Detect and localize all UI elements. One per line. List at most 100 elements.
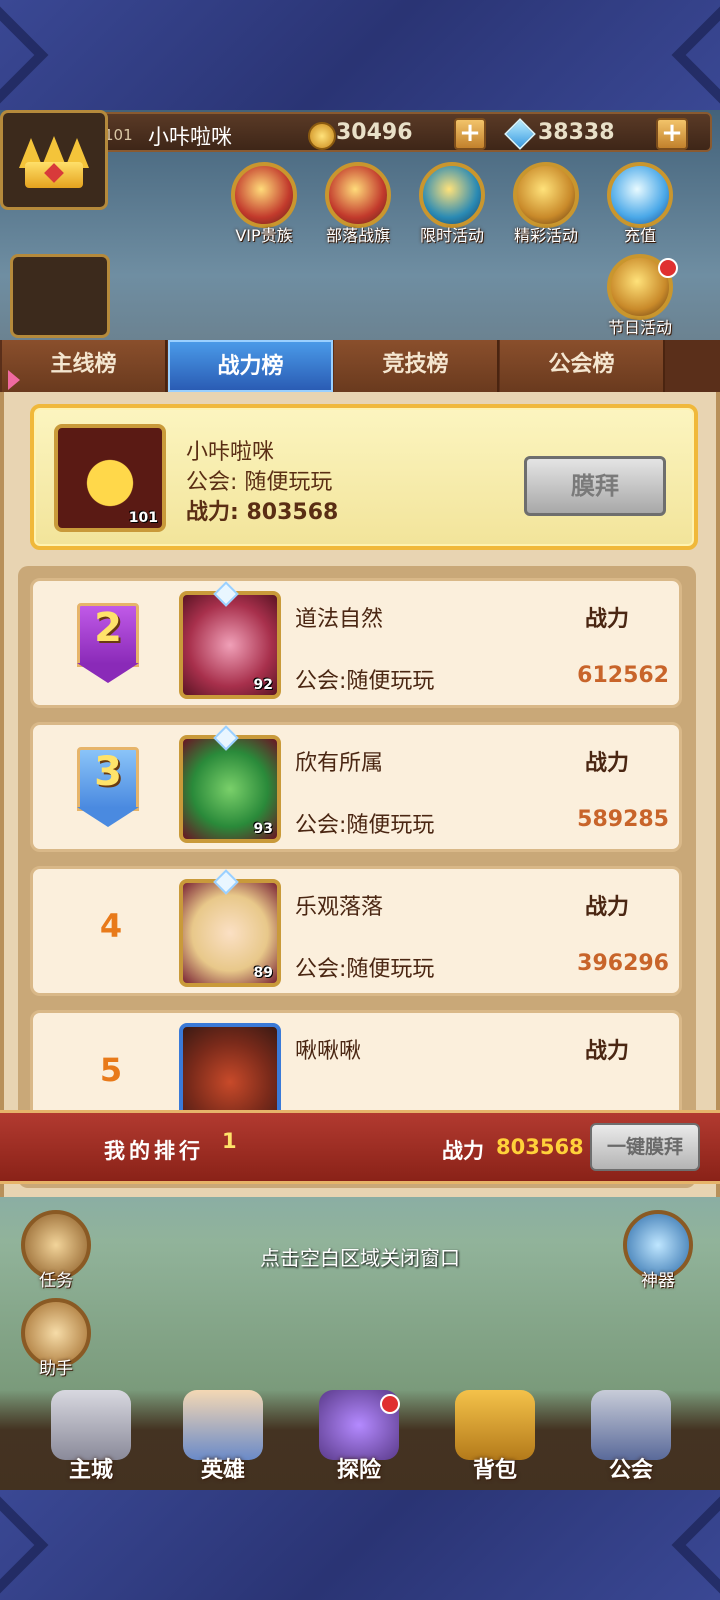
vip-crown-icon	[231, 162, 297, 228]
worship-all-button[interactable]: 一键膜拜	[590, 1123, 700, 1171]
tribe-banner-icon[interactable]	[10, 254, 110, 338]
player-name: 乐观落落	[295, 895, 384, 920]
player-level: 89	[253, 965, 273, 981]
player-avatar[interactable]: 93	[179, 735, 281, 843]
tribe-flag-button[interactable]: 部落战旗	[314, 162, 402, 246]
bottom-frame	[0, 1490, 720, 1600]
nav-label: 公会	[608, 1458, 653, 1483]
player-avatar[interactable]: 92	[179, 591, 281, 699]
notification-dot	[658, 258, 678, 278]
rank-number: 5	[99, 1051, 123, 1089]
power-label: 战力	[585, 895, 630, 920]
resource-bar: 101 小咔啦咪 30496 + 38338 +	[100, 112, 712, 152]
task-label: 任务	[39, 1271, 73, 1291]
player-avatar[interactable]: 89	[179, 879, 281, 987]
helper-label: 助手	[39, 1359, 73, 1379]
frame-chevron-decoration	[0, 1495, 49, 1595]
featured-event-label: 精彩活动	[513, 226, 578, 245]
power-value: 612562	[577, 663, 669, 688]
diamond-icon	[607, 162, 673, 228]
add-gold-button[interactable]: +	[454, 118, 486, 150]
artifact-button[interactable]: 神器	[618, 1210, 698, 1291]
rank-number: 4	[99, 907, 123, 945]
game-screen: 101 小咔啦咪 30496 + 38338 + VIP贵族 部落战旗 限时活动…	[0, 110, 720, 1490]
castle-icon	[51, 1390, 131, 1460]
tab-arena[interactable]: 竞技榜	[334, 340, 499, 392]
frame-chevron-decoration	[671, 5, 720, 105]
expand-arrow-icon[interactable]	[8, 370, 20, 390]
my-power-value: 803568	[496, 1135, 584, 1159]
notification-dot	[380, 1394, 400, 1414]
top-player-name: 小咔啦咪	[186, 440, 275, 465]
hero-icon	[183, 1390, 263, 1460]
player-name: 道法自然	[295, 607, 384, 632]
limited-event-label: 限时活动	[419, 226, 484, 245]
frame-chevron-decoration	[0, 5, 49, 105]
player-avatar[interactable]	[0, 110, 108, 210]
top-player-avatar: 101	[54, 424, 166, 532]
crown-icon	[19, 132, 89, 188]
rank-number: 2	[94, 605, 122, 651]
power-value: 396296	[577, 951, 669, 976]
bottom-navigation: 主城 英雄 探险 背包 公会	[0, 1390, 720, 1490]
player-level: 93	[253, 821, 273, 837]
ranking-row[interactable]: 2 92 道法自然 公会:随便玩玩 战力 612562	[30, 578, 682, 708]
task-button[interactable]: 任务	[16, 1210, 96, 1291]
top-player-power: 战力: 803568	[186, 500, 339, 525]
my-rank-value: 1	[222, 1129, 237, 1153]
nav-explore[interactable]: 探险	[294, 1390, 424, 1484]
add-gem-button[interactable]: +	[656, 118, 688, 150]
nav-main-city[interactable]: 主城	[26, 1390, 156, 1484]
player-name: 小咔啦咪	[148, 125, 232, 149]
rank-badge: 3	[71, 741, 145, 831]
recharge-button[interactable]: 充值	[596, 162, 684, 246]
tribe-flag-icon	[325, 162, 391, 228]
top-player-card: 101 小咔啦咪 公会: 随便玩玩 战力: 803568 膜拜	[30, 404, 698, 550]
rank-number: 3	[94, 749, 122, 795]
my-rank-label: 我的排行	[104, 1139, 204, 1163]
backpack-icon	[455, 1390, 535, 1460]
festival-event-button[interactable]: 节日活动	[596, 254, 684, 338]
ranking-row[interactable]: 4 89 乐观落落 公会:随便玩玩 战力 396296	[30, 866, 682, 996]
worship-button[interactable]: 膜拜	[524, 456, 666, 516]
nav-backpack[interactable]: 背包	[430, 1390, 560, 1484]
power-label: 战力	[585, 607, 630, 632]
guild-tower-icon	[591, 1390, 671, 1460]
recharge-label: 充值	[623, 226, 656, 245]
tab-guild[interactable]: 公会榜	[500, 340, 665, 392]
power-label: 战力	[585, 751, 630, 776]
ranking-list[interactable]: 2 92 道法自然 公会:随便玩玩 战力 612562 3 93 欣有所属 公会…	[18, 566, 696, 1188]
limited-event-button[interactable]: 限时活动	[408, 162, 496, 246]
nav-label: 背包	[472, 1458, 517, 1483]
rank-badge: 2	[71, 597, 145, 687]
player-guild: 公会:随便玩玩	[295, 957, 435, 982]
vip-button[interactable]: VIP贵族	[220, 162, 308, 246]
nav-label: 探险	[336, 1458, 381, 1483]
ranking-row[interactable]: 3 93 欣有所属 公会:随便玩玩 战力 589285	[30, 722, 682, 852]
frame-chevron-decoration	[671, 1495, 720, 1595]
power-label: 战力	[585, 1039, 630, 1064]
player-level: 101	[104, 126, 133, 144]
featured-event-button[interactable]: 精彩活动	[502, 162, 590, 246]
tab-power[interactable]: 战力榜	[168, 340, 333, 392]
leaderboard-tabs: 主线榜 战力榜 竞技榜 公会榜	[0, 340, 720, 392]
artifact-label: 神器	[641, 1271, 675, 1291]
nav-heroes[interactable]: 英雄	[158, 1390, 288, 1484]
close-window-hint[interactable]: 点击空白区域关闭窗口	[0, 1242, 720, 1271]
player-name: 啾啾啾	[295, 1039, 362, 1064]
vip-label: VIP贵族	[235, 226, 293, 245]
gold-coin-icon	[308, 122, 336, 150]
gem-amount: 38338	[538, 120, 615, 145]
chest-icon	[513, 162, 579, 228]
nav-label: 英雄	[200, 1458, 245, 1483]
helper-button[interactable]: 助手	[16, 1298, 96, 1379]
festival-event-label: 节日活动	[607, 318, 672, 337]
top-frame	[0, 0, 720, 110]
nav-guild[interactable]: 公会	[566, 1390, 696, 1484]
tab-mainline[interactable]: 主线榜	[2, 340, 167, 392]
player-level: 92	[253, 677, 273, 693]
top-player-guild: 公会: 随便玩玩	[186, 470, 333, 495]
my-power-label: 战力	[442, 1139, 484, 1163]
player-guild: 公会:随便玩玩	[295, 669, 435, 694]
tribe-flag-label: 部落战旗	[325, 226, 390, 245]
